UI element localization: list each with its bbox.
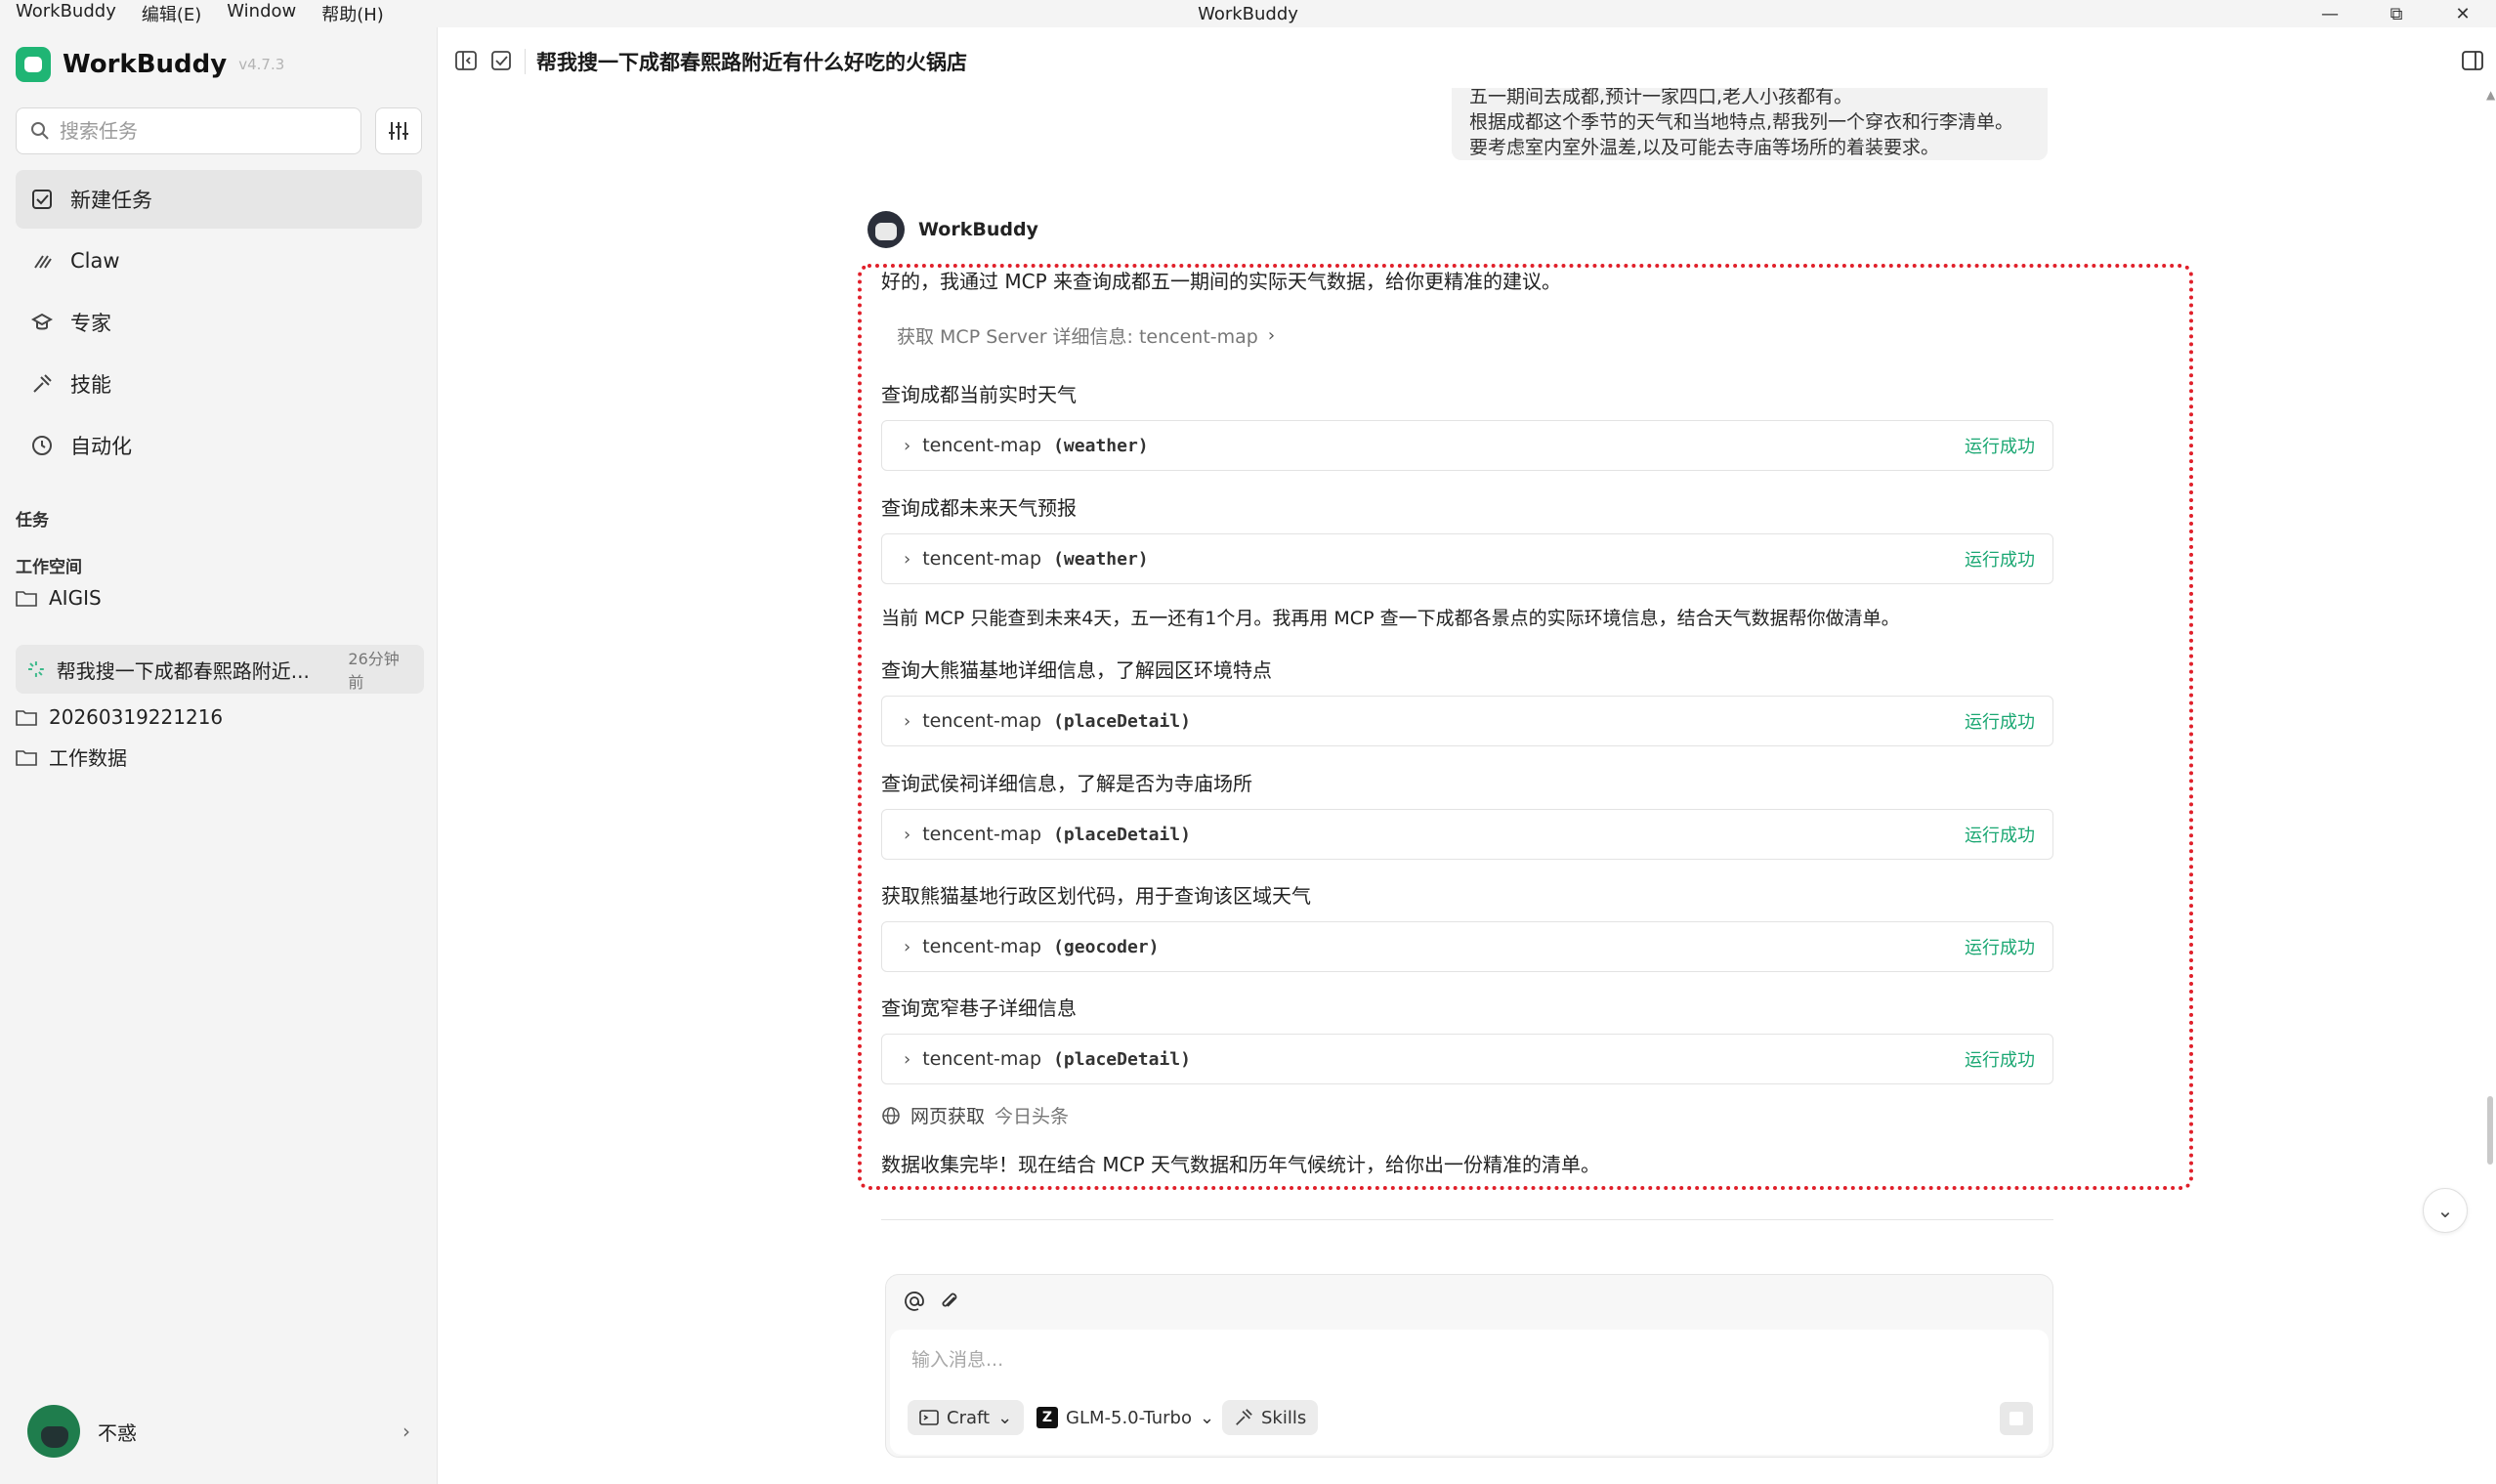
workspace-section-label: 工作空间	[16, 558, 82, 577]
sidebar-item-expert[interactable]: 专家	[16, 293, 422, 352]
sidebar-item-new-task[interactable]: 新建任务	[16, 170, 422, 229]
workspace-name: 20260319221216	[49, 705, 224, 729]
menubar: WorkBuddy 编辑(E) Window 帮助(H) WorkBuddy —…	[0, 0, 2496, 27]
skills-label: Skills	[1261, 1407, 1307, 1428]
folder-icon	[16, 749, 37, 766]
sidebar-item-skills[interactable]: 技能	[16, 355, 422, 413]
tasks-section-label: 任务	[16, 511, 49, 530]
skill-icon	[1236, 1409, 1252, 1425]
chevron-down-icon: ⌄	[2436, 1199, 2454, 1222]
send-button[interactable]	[2000, 1402, 2033, 1435]
user-profile[interactable]: 不惑 ›	[27, 1405, 410, 1458]
mode-label: Craft	[947, 1407, 991, 1428]
workspace-item-aigis[interactable]: AIGIS	[16, 586, 102, 610]
skill-icon	[33, 374, 52, 393]
scroll-to-bottom-button[interactable]: ⌄	[2423, 1188, 2468, 1233]
header-divider	[525, 49, 526, 74]
mention-icon[interactable]	[904, 1291, 925, 1312]
close-icon[interactable]: ✕	[2430, 0, 2496, 27]
menu-workbuddy[interactable]: WorkBuddy	[16, 1, 116, 26]
toggle-sidebar-icon[interactable]	[454, 49, 478, 72]
message-input-area[interactable]	[890, 1330, 2049, 1455]
task-time: 26分钟前	[348, 650, 400, 692]
sidebar-nav: 新建任务 Claw 专家 技能 自动化	[16, 170, 422, 478]
user-message-line: 要考虑室内室外温差,以及可能去寺庙等场所的着装要求。	[1469, 137, 1940, 158]
chevron-down-icon: ⌄	[997, 1407, 1013, 1428]
scrollbar[interactable]	[2487, 1096, 2493, 1165]
chevron-right-icon: ›	[402, 1420, 410, 1443]
loading-spinner-icon	[27, 661, 44, 677]
model-selector[interactable]: Z GLM-5.0-Turbo ⌄	[1025, 1400, 1226, 1435]
sliders-icon	[389, 122, 408, 140]
panel-toggle-icon[interactable]	[2461, 49, 2484, 72]
assistant-avatar	[867, 211, 905, 248]
folder-icon	[16, 591, 37, 607]
new-task-icon[interactable]	[489, 49, 513, 72]
scroll-up-arrow-icon[interactable]: ▲	[2486, 88, 2495, 102]
craft-icon	[919, 1410, 939, 1425]
task-title: 帮我搜一下成都春熙路附近...	[56, 658, 310, 683]
folder-icon	[16, 710, 37, 726]
search-icon	[31, 122, 49, 140]
sidebar-item-label: Claw	[70, 249, 120, 273]
mode-selector[interactable]: Craft ⌄	[908, 1400, 1025, 1435]
workspace-name: AIGIS	[49, 586, 102, 610]
user-message-line: 根据成都这个季节的天气和当地特点,帮我列一个穿衣和行李清单。	[1469, 111, 2014, 133]
workspace-item-work-data[interactable]: 工作数据	[16, 742, 127, 771]
avatar	[27, 1405, 80, 1458]
user-message-line: 五一期间去成都,预计一家四口,老人小孩都有。	[1469, 88, 1853, 107]
claw-icon	[34, 255, 52, 269]
user-name: 不惑	[98, 1420, 137, 1445]
paperclip-icon[interactable]	[939, 1291, 960, 1312]
workspace-item-20260319221216[interactable]: 20260319221216	[16, 705, 223, 729]
sidebar: WorkBuddy v4.7.3 新建任务 Claw 专家 技能 自动化 任务	[0, 27, 438, 1484]
divider	[881, 1219, 2053, 1220]
chevron-down-icon: ⌄	[1199, 1407, 1215, 1428]
highlight-annotation	[858, 264, 2193, 1190]
expert-icon	[31, 313, 53, 330]
sidebar-item-claw[interactable]: Claw	[16, 232, 422, 290]
composer-tools	[904, 1291, 960, 1312]
task-item-active[interactable]: 帮我搜一下成都春熙路附近... 26分钟前	[16, 645, 424, 694]
sidebar-item-label: 自动化	[70, 435, 132, 458]
filter-button[interactable]	[375, 107, 422, 154]
sidebar-item-label: 新建任务	[70, 189, 152, 212]
brand: WorkBuddy v4.7.3	[16, 47, 284, 82]
workbuddy-logo-icon	[16, 47, 51, 82]
clipped-content	[881, 1239, 1467, 1249]
skills-button[interactable]: Skills	[1222, 1400, 1319, 1435]
new-task-icon	[32, 190, 52, 209]
page-title: 帮我搜一下成都春熙路附近有什么好吃的火锅店	[536, 51, 967, 74]
chat-header: 帮我搜一下成都春熙路附近有什么好吃的火锅店	[439, 27, 2496, 96]
sidebar-item-label: 专家	[70, 312, 111, 335]
assistant-name: WorkBuddy	[918, 219, 1038, 240]
sidebar-item-label: 技能	[70, 373, 111, 397]
restore-icon[interactable]: ⧉	[2363, 0, 2430, 27]
user-message-bubble: 五一期间去成都,预计一家四口,老人小孩都有。 根据成都这个季节的天气和当地特点,…	[1452, 88, 2048, 160]
minimize-icon[interactable]: —	[2297, 0, 2363, 27]
clock-icon	[32, 436, 52, 455]
menu-help[interactable]: 帮助(H)	[321, 1, 384, 26]
sidebar-item-automation[interactable]: 自动化	[16, 416, 422, 475]
version-label: v4.7.3	[238, 56, 285, 73]
model-logo-icon: Z	[1036, 1407, 1058, 1428]
brand-name: WorkBuddy	[63, 50, 228, 79]
message-composer: Craft ⌄ Z GLM-5.0-Turbo ⌄ Skills	[885, 1274, 2053, 1458]
message-input[interactable]	[911, 1349, 1986, 1371]
search-input[interactable]	[60, 119, 333, 143]
assistant-header: WorkBuddy	[867, 211, 1038, 248]
menu-edit[interactable]: 编辑(E)	[142, 1, 201, 26]
workspace-name: 工作数据	[49, 746, 127, 770]
model-label: GLM-5.0-Turbo	[1066, 1407, 1192, 1428]
task-search[interactable]	[16, 107, 361, 154]
menu-window[interactable]: Window	[227, 1, 296, 26]
